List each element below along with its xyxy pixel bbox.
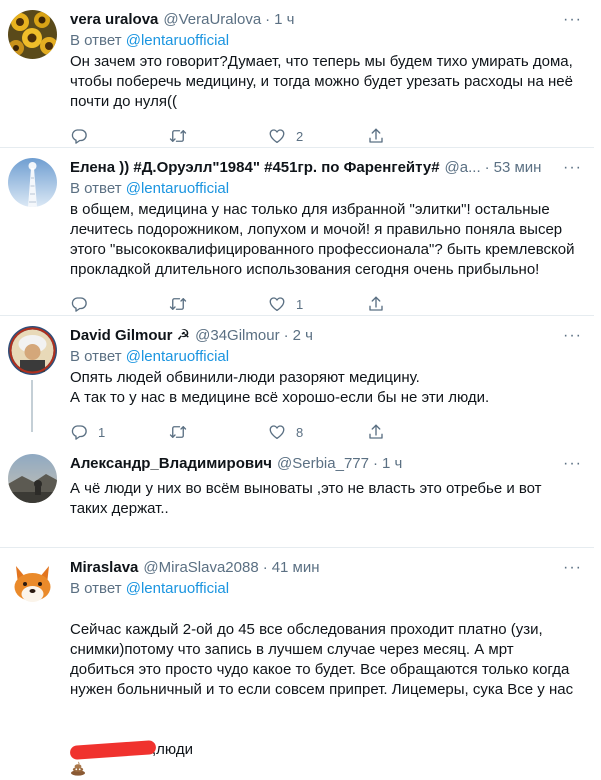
timestamp[interactable]: 53 мин: [494, 158, 542, 178]
like-button[interactable]: 8: [268, 423, 367, 441]
reply-button[interactable]: [70, 127, 169, 145]
reply-context: В ответ @lentaruofficial: [70, 179, 578, 199]
share-icon: [367, 423, 385, 441]
reply-count: 1: [98, 424, 106, 440]
retweet-icon: [169, 295, 187, 313]
tweet-text-block: Сейчас каждый 2-ой до 45 все обследовани…: [69, 600, 578, 780]
retweet-icon: [169, 423, 187, 441]
separator-dot: ·: [262, 559, 268, 576]
reply-context: В ответ @lentaruofficial: [70, 31, 578, 51]
sunflower-avatar-image: [8, 10, 57, 59]
reply-context: В ответ @lentaruofficial: [70, 347, 578, 367]
author-handle[interactable]: @a...: [445, 158, 481, 178]
timestamp[interactable]: 2 ч: [293, 326, 313, 346]
retweet-icon: [169, 127, 187, 145]
reply-icon: [70, 127, 88, 145]
author-handle[interactable]: @MiraSlava2088: [143, 558, 258, 578]
reply-prefix: В ответ: [70, 32, 122, 49]
pile-of-poo-emoji: [71, 761, 85, 776]
more-options-icon[interactable]: ···: [563, 558, 582, 578]
separator-dot: ·: [372, 455, 378, 472]
separator-dot: ·: [283, 327, 289, 344]
reply-button[interactable]: 1: [70, 423, 169, 441]
avatar[interactable]: [8, 454, 57, 503]
tweet-text: Опять людей обвинили-люди разоряют медиц…: [70, 369, 490, 406]
tweet[interactable]: ··· David Gilmour ☭ @34Gilmour · 2 ч В о…: [0, 316, 594, 444]
author-name[interactable]: vera uralova: [70, 10, 158, 30]
share-button[interactable]: [367, 295, 385, 313]
avatar[interactable]: [8, 558, 57, 607]
fox-avatar-image: [8, 558, 57, 607]
reply-to-link[interactable]: @lentaruofficial: [126, 180, 229, 197]
thread-connector-line: [31, 380, 33, 432]
reply-to-link[interactable]: @lentaruofficial: [126, 348, 229, 365]
landscape-avatar-image: [8, 454, 57, 503]
reply-context: В ответ @lentaruofficial: [70, 579, 578, 599]
tweet[interactable]: ··· Miraslava @MiraSlava2088 · 41 мин В …: [0, 548, 594, 776]
tweet-text: в общем, медицина у нас только для избра…: [70, 201, 575, 278]
reply-feed: ··· vera uralova @VeraUralova · 1 ч В от…: [0, 0, 601, 776]
heart-icon: [268, 127, 286, 145]
tweet[interactable]: ··· Елена )) #Д.Оруэлл"1984" #451гр. по …: [0, 148, 594, 316]
more-options-icon[interactable]: ···: [563, 158, 582, 178]
tweet-text: Он зачем это говорит?Думает, что теперь …: [70, 53, 573, 110]
author-name[interactable]: Александр_Владимирович: [70, 454, 272, 474]
stairs-to-sky-avatar-image: [8, 158, 57, 207]
reply-to-link[interactable]: @lentaruofficial: [126, 580, 229, 597]
author-handle[interactable]: @VeraUralova: [163, 10, 261, 30]
reply-to-link[interactable]: @lentaruofficial: [126, 32, 229, 49]
author-name[interactable]: Miraslava: [70, 558, 138, 578]
tweet[interactable]: ··· vera uralova @VeraUralova · 1 ч В от…: [0, 0, 594, 148]
retweet-button[interactable]: [169, 423, 268, 441]
portrait-avatar-image: [8, 326, 57, 375]
reply-button[interactable]: [70, 295, 169, 313]
share-icon: [367, 127, 385, 145]
author-name[interactable]: David Gilmour ☭: [70, 326, 190, 346]
separator-dot: ·: [484, 159, 490, 176]
tweet-text: А чё люди у них во всём выноваты ,это не…: [70, 480, 542, 517]
share-button[interactable]: [367, 423, 385, 441]
heart-icon: [268, 423, 286, 441]
reply-prefix: В ответ: [70, 348, 122, 365]
avatar[interactable]: [8, 326, 57, 375]
author-handle[interactable]: @Serbia_777: [277, 454, 369, 474]
reply-icon: [70, 423, 88, 441]
red-scribble: [69, 740, 157, 761]
share-icon: [367, 295, 385, 313]
reply-icon: [70, 295, 88, 313]
heart-icon: [268, 295, 286, 313]
timestamp[interactable]: 41 мин: [272, 558, 320, 578]
like-button[interactable]: 2: [268, 127, 367, 145]
like-count: 2: [296, 128, 304, 144]
tweet[interactable]: ··· Александр_Владимирович @Serbia_777 ·…: [0, 444, 594, 548]
retweet-button[interactable]: [169, 295, 268, 313]
timestamp[interactable]: 1 ч: [274, 10, 294, 30]
tweet-text: Сейчас каждый 2-ой до 45 все обследовани…: [70, 621, 574, 698]
more-options-icon[interactable]: ···: [563, 10, 582, 30]
reply-prefix: В ответ: [70, 580, 122, 597]
author-handle[interactable]: @34Gilmour: [195, 326, 279, 346]
more-options-icon[interactable]: ···: [563, 326, 582, 346]
like-button[interactable]: 1: [268, 295, 367, 313]
author-name[interactable]: Елена )) #Д.Оруэлл"1984" #451гр. по Фаре…: [70, 158, 440, 178]
avatar[interactable]: [8, 158, 57, 207]
like-count: 1: [296, 296, 304, 312]
more-options-icon[interactable]: ···: [563, 454, 582, 474]
retweet-button[interactable]: [169, 127, 268, 145]
tweet-text-tail: ,люди: [152, 741, 193, 758]
share-button[interactable]: [367, 127, 385, 145]
reply-prefix: В ответ: [70, 180, 122, 197]
avatar[interactable]: [8, 10, 57, 59]
like-count: 8: [296, 424, 304, 440]
separator-dot: ·: [265, 11, 271, 28]
timestamp[interactable]: 1 ч: [382, 454, 402, 474]
